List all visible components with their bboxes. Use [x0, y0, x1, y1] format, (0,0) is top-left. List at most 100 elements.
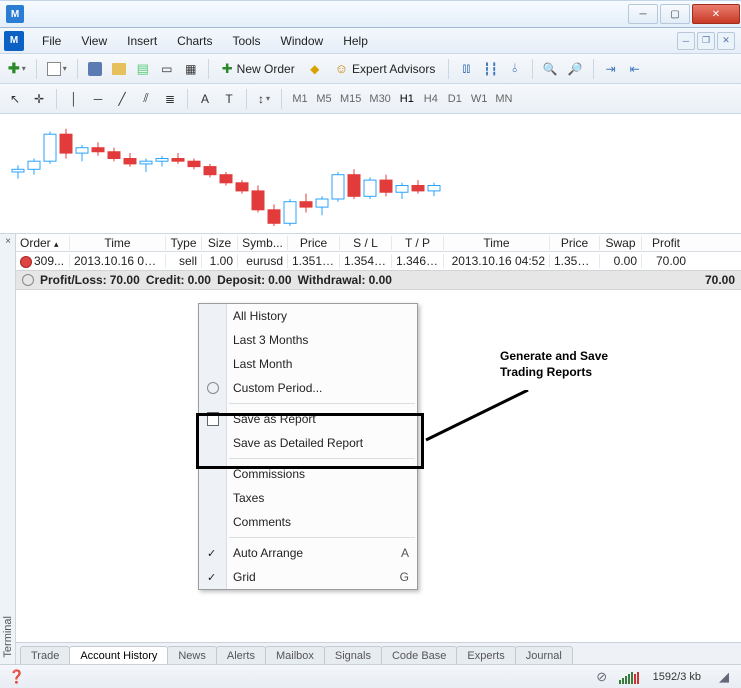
hdr-sl[interactable]: S / L: [340, 236, 392, 250]
timeframe-h1[interactable]: H1: [395, 88, 419, 110]
tab-journal[interactable]: Journal: [515, 646, 573, 664]
tab-account-history[interactable]: Account History: [69, 646, 168, 664]
summary-credit-label: Credit:: [146, 273, 185, 287]
timeframe-m15[interactable]: M15: [336, 88, 365, 110]
tab-signals[interactable]: Signals: [324, 646, 382, 664]
close-button[interactable]: ✕: [692, 4, 740, 24]
cell-swap: 0.00: [600, 254, 642, 268]
menu-window[interactable]: Window: [271, 30, 334, 52]
status-resize-grip-icon[interactable]: ◢: [715, 668, 733, 686]
metaeditor-button[interactable]: ◆: [304, 58, 326, 80]
menu-bar: M File View Insert Charts Tools Window H…: [0, 28, 741, 54]
mdi-restore[interactable]: ❐: [697, 32, 715, 50]
hdr-price1[interactable]: Price: [288, 236, 340, 250]
timeframe-d1[interactable]: D1: [443, 88, 467, 110]
tab-alerts[interactable]: Alerts: [216, 646, 266, 664]
timeframe-m30[interactable]: M30: [365, 88, 394, 110]
summary-deposit-label: Deposit:: [217, 273, 265, 287]
menu-file[interactable]: File: [32, 30, 71, 52]
ctx-auto-shortcut: A: [401, 546, 417, 560]
timeframe-mn[interactable]: MN: [491, 88, 516, 110]
market-watch-button[interactable]: [84, 58, 106, 80]
bar-chart-button[interactable]: ⫾⫾: [455, 58, 477, 80]
navigator-button[interactable]: [108, 58, 130, 80]
cell-time1: 2013.10.16 03:20: [70, 254, 166, 268]
tab-mailbox[interactable]: Mailbox: [265, 646, 325, 664]
auto-scroll-button[interactable]: ⇥: [600, 58, 622, 80]
vertical-line-button[interactable]: │: [63, 88, 85, 110]
title-bar: M ─ ▢ ✕: [0, 0, 741, 28]
chart-area[interactable]: [0, 114, 741, 234]
mdi-close[interactable]: ✕: [717, 32, 735, 50]
ctx-last-3-months[interactable]: Last 3 Months: [199, 328, 417, 352]
ctx-save-as-report[interactable]: Save as Report: [199, 407, 417, 431]
crosshair-button[interactable]: ✛: [28, 88, 50, 110]
arrows-button[interactable]: ↕▾: [253, 88, 275, 110]
new-order-button[interactable]: ✚New Order: [215, 58, 302, 80]
timeframe-w1[interactable]: W1: [467, 88, 492, 110]
strategy-tester-button[interactable]: ▦: [180, 58, 202, 80]
hdr-tp[interactable]: T / P: [392, 236, 444, 250]
profiles-button[interactable]: ▾: [43, 58, 71, 80]
mdi-minimize[interactable]: ─: [677, 32, 695, 50]
tab-code-base[interactable]: Code Base: [381, 646, 457, 664]
menu-insert[interactable]: Insert: [117, 30, 167, 52]
new-order-label: New Order: [237, 62, 295, 76]
menu-view[interactable]: View: [71, 30, 117, 52]
chart-shift-button[interactable]: ⇤: [624, 58, 646, 80]
hdr-profit[interactable]: Profit: [642, 236, 690, 250]
horizontal-line-button[interactable]: ─: [87, 88, 109, 110]
menu-tools[interactable]: Tools: [223, 30, 271, 52]
new-chart-button[interactable]: ✚▾: [4, 58, 30, 80]
candle-chart-button[interactable]: ┇┇: [479, 58, 501, 80]
line-chart-button[interactable]: ⫰: [504, 58, 526, 80]
ctx-all-history[interactable]: All History: [199, 304, 417, 328]
expert-advisors-button[interactable]: ☺Expert Advisors: [328, 58, 443, 80]
ctx-custom-period[interactable]: Custom Period...: [199, 376, 417, 400]
zoom-in-button[interactable]: 🔍: [539, 58, 562, 80]
hdr-symbol[interactable]: Symb...: [238, 236, 288, 250]
hdr-time1[interactable]: Time: [70, 236, 166, 250]
data-window-button[interactable]: ▤: [132, 58, 154, 80]
status-help-icon[interactable]: ❓: [8, 668, 26, 686]
summary-pl-label: Profit/Loss:: [40, 273, 107, 287]
channel-button[interactable]: ⫽: [135, 88, 157, 110]
ctx-taxes[interactable]: Taxes: [199, 486, 417, 510]
menu-charts[interactable]: Charts: [167, 30, 222, 52]
summary-icon: [22, 274, 34, 286]
hdr-size[interactable]: Size: [202, 236, 238, 250]
fibonacci-button[interactable]: ≣: [159, 88, 181, 110]
app-menu-icon[interactable]: M: [4, 31, 24, 51]
hdr-swap[interactable]: Swap: [600, 236, 642, 250]
ctx-auto-arrange[interactable]: ✓Auto ArrangeA: [199, 541, 417, 565]
cell-type: sell: [166, 254, 202, 268]
timeframe-m5[interactable]: M5: [312, 88, 336, 110]
hdr-price2[interactable]: Price: [550, 236, 600, 250]
toolbar-main: ✚▾ ▾ ▤ ▭ ▦ ✚New Order ◆ ☺Expert Advisors…: [0, 54, 741, 84]
ctx-commissions[interactable]: Commissions: [199, 462, 417, 486]
menu-help[interactable]: Help: [333, 30, 378, 52]
trendline-button[interactable]: ╱: [111, 88, 133, 110]
cursor-button[interactable]: ↖: [4, 88, 26, 110]
terminal-button[interactable]: ▭: [156, 58, 178, 80]
text-label-button[interactable]: T: [218, 88, 240, 110]
ctx-save-as-detailed-report[interactable]: Save as Detailed Report: [199, 431, 417, 455]
tab-news[interactable]: News: [167, 646, 217, 664]
text-button[interactable]: A: [194, 88, 216, 110]
minimize-button[interactable]: ─: [628, 4, 658, 24]
maximize-button[interactable]: ▢: [660, 4, 690, 24]
table-row[interactable]: 309... 2013.10.16 03:20 sell 1.00 eurusd…: [16, 252, 741, 270]
terminal-close-button[interactable]: ×: [2, 236, 14, 248]
ctx-grid[interactable]: ✓GridG: [199, 565, 417, 589]
hdr-type[interactable]: Type: [166, 236, 202, 250]
tab-trade[interactable]: Trade: [20, 646, 70, 664]
hdr-order[interactable]: Order ▴: [16, 236, 70, 250]
hdr-time2[interactable]: Time: [444, 236, 550, 250]
zoom-out-button[interactable]: 🔎: [564, 58, 587, 80]
timeframe-m1[interactable]: M1: [288, 88, 312, 110]
ctx-last-month[interactable]: Last Month: [199, 352, 417, 376]
summary-withdrawal-label: Withdrawal:: [298, 273, 366, 287]
timeframe-h4[interactable]: H4: [419, 88, 443, 110]
ctx-comments[interactable]: Comments: [199, 510, 417, 534]
tab-experts[interactable]: Experts: [456, 646, 515, 664]
